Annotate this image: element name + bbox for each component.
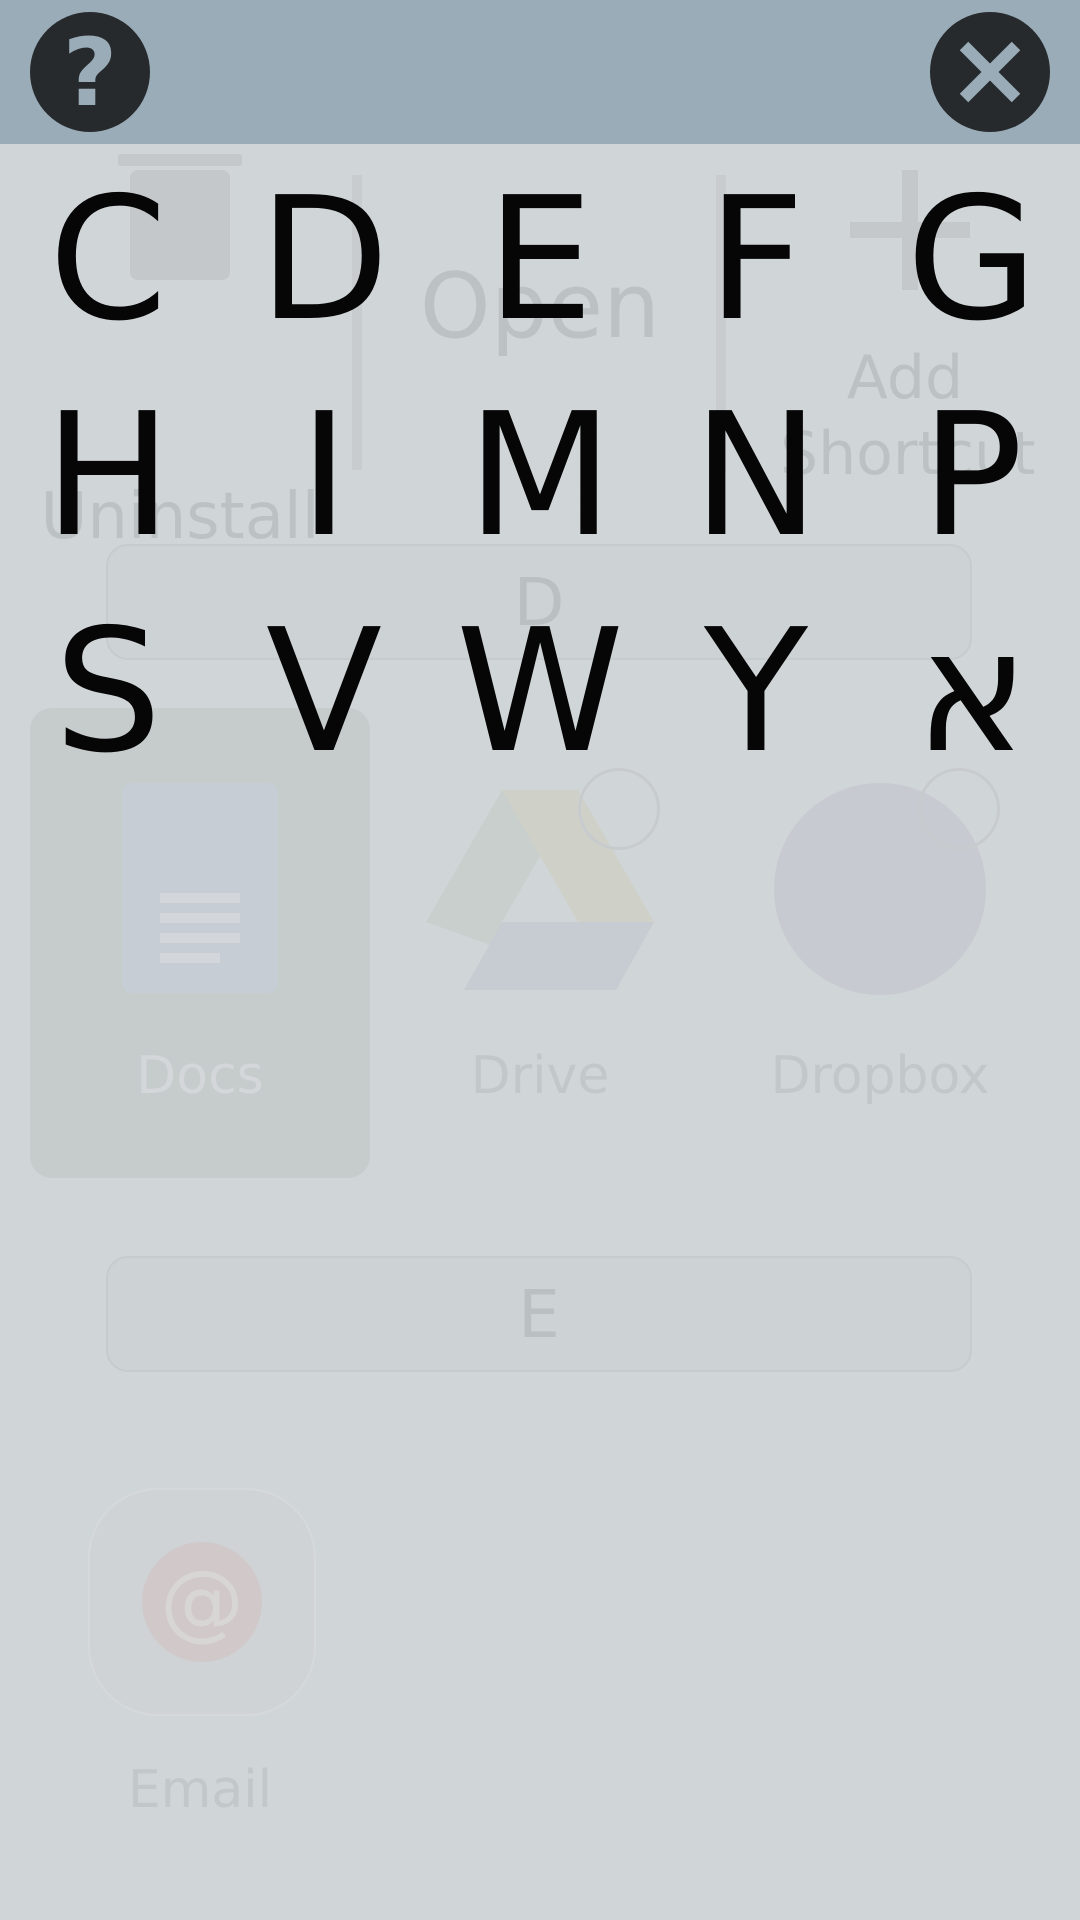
letter-button[interactable]: D — [216, 170, 432, 386]
letter-button[interactable]: S — [0, 602, 216, 818]
app-label-email: Email — [127, 1760, 273, 1820]
letter-button[interactable]: G — [864, 170, 1080, 386]
close-icon — [959, 41, 1021, 103]
top-bar: ? — [0, 0, 1080, 144]
letter-button[interactable]: F — [648, 170, 864, 386]
help-button[interactable]: ? — [30, 12, 150, 132]
at-sign-icon: @ — [142, 1542, 262, 1662]
letter-button[interactable]: M — [432, 386, 648, 602]
letter-button[interactable]: C — [0, 170, 216, 386]
letter-button[interactable]: א — [864, 602, 1080, 818]
letter-button[interactable]: V — [216, 602, 432, 818]
app-label-drive: Drive — [470, 1046, 610, 1106]
letter-button[interactable]: W — [432, 602, 648, 818]
letter-button[interactable]: N — [648, 386, 864, 602]
letter-button[interactable]: E — [432, 170, 648, 386]
email-icon: @ — [88, 1488, 316, 1716]
letter-button[interactable]: I — [216, 386, 432, 602]
app-label-docs: Docs — [136, 1046, 264, 1106]
close-button[interactable] — [930, 12, 1050, 132]
section-header-e: E — [106, 1256, 972, 1372]
letter-button[interactable]: H — [0, 386, 216, 602]
letter-index-grid: C D E F G H I M N P S V W Y א — [0, 170, 1080, 818]
letter-button[interactable]: P — [864, 386, 1080, 602]
letter-button[interactable]: Y — [648, 602, 864, 818]
app-tile-email: @ Email — [30, 1480, 370, 1840]
app-label-dropbox: Dropbox — [770, 1046, 990, 1106]
help-icon: ? — [62, 19, 118, 128]
